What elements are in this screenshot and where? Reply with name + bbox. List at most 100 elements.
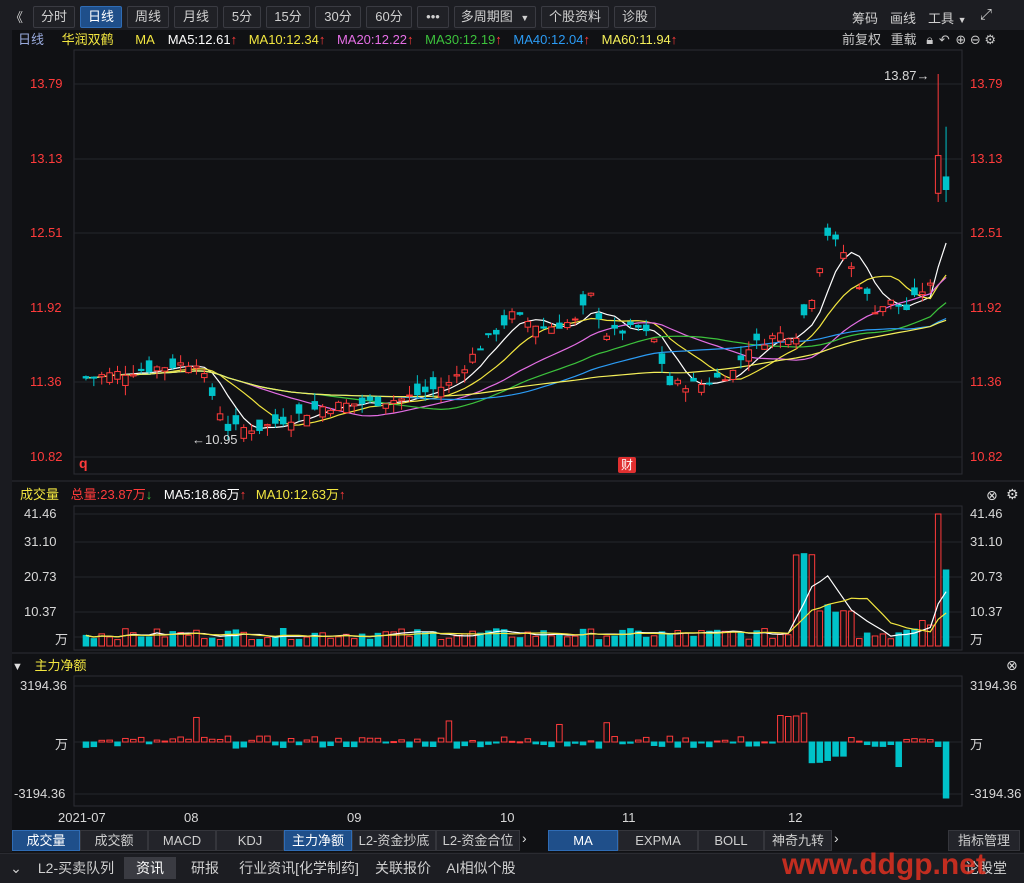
gear-icon[interactable]: ⚙	[1006, 486, 1019, 503]
volume-bar	[279, 628, 287, 647]
undo-icon[interactable]: ↶	[939, 32, 950, 47]
period-tab-daily[interactable]: 日线	[80, 6, 122, 28]
candle-body	[453, 374, 461, 377]
tab-macd[interactable]: MACD	[148, 830, 216, 851]
candle-body	[761, 344, 768, 350]
close-icon[interactable]: ⊗	[986, 487, 998, 504]
candle-body	[287, 421, 295, 431]
volume-bar	[721, 630, 729, 647]
period-tab-30min[interactable]: 30分	[315, 6, 361, 28]
bottom-tab-news[interactable]: 资讯	[124, 857, 176, 879]
flow-tick-right: 3194.36	[970, 678, 1017, 693]
candle-body	[153, 366, 161, 372]
bottom-tab-research[interactable]: 研报	[180, 857, 230, 879]
fullscreen-icon[interactable]: ⤢	[980, 6, 992, 23]
diagnose-button[interactable]: 诊股	[614, 6, 656, 28]
bottom-tab-ai-similar[interactable]: AI相似个股	[440, 857, 522, 879]
close-icon[interactable]: ⊗	[1006, 657, 1018, 674]
chevron-down-icon[interactable]: ▼	[12, 661, 23, 673]
period-tab-5min[interactable]: 5分	[223, 6, 261, 28]
stock-info-button[interactable]: 个股资料	[541, 6, 609, 28]
period-tab-60min[interactable]: 60分	[366, 6, 412, 28]
volume-bar	[327, 637, 334, 647]
price-tick-left: 13.79	[30, 76, 63, 91]
candle-body	[879, 306, 887, 313]
bottom-tab-related[interactable]: 关联报价	[368, 857, 438, 879]
zoom-in-icon[interactable]: ⊕	[955, 32, 966, 47]
candle-body	[493, 329, 500, 335]
date-tick: 09	[347, 810, 362, 825]
period-tab-weekly[interactable]: 周线	[127, 6, 169, 28]
candle-body	[571, 318, 579, 321]
bottom-tab-industry[interactable]: 行业资讯[化学制药]	[232, 857, 366, 879]
volume-bar	[784, 634, 792, 647]
flow-tick-right: -3194.36	[970, 786, 1022, 801]
volume-bar	[603, 635, 611, 647]
candle-body	[240, 427, 248, 439]
flow-bar	[690, 741, 697, 748]
tab-ma[interactable]: MA	[548, 830, 618, 851]
volume-bar	[137, 636, 145, 647]
flow-bar	[327, 741, 334, 747]
multi-period-dropdown[interactable]: 多周期图 ▼	[454, 6, 536, 28]
period-tab-monthly[interactable]: 月线	[174, 6, 218, 28]
volume-bar	[256, 638, 263, 647]
flow-bar	[90, 741, 98, 748]
watermark: www.ddgp.net	[782, 848, 986, 881]
tools-menu[interactable]: 工具 ▼	[928, 8, 967, 27]
tab-l2-position[interactable]: L2-资金合位	[436, 830, 520, 851]
candle-body	[753, 333, 760, 341]
flow-bar	[927, 739, 934, 743]
candle-body	[690, 377, 697, 382]
tab-l2-bottom[interactable]: L2-资金抄底	[352, 830, 436, 851]
q-marker[interactable]: q	[79, 455, 88, 471]
bottom-tab-l2-queue[interactable]: L2-买卖队列	[30, 857, 122, 879]
zoom-out-icon[interactable]: ⊖	[970, 32, 981, 47]
flow-bar	[753, 741, 760, 747]
tab-expma[interactable]: EXPMA	[618, 830, 698, 851]
more-periods-button[interactable]: •••	[417, 6, 449, 28]
flow-bar	[224, 735, 232, 743]
tab-boll[interactable]: BOLL	[698, 830, 764, 851]
period-tab-fenshi[interactable]: 分时	[33, 6, 75, 28]
volume-bar	[595, 639, 603, 647]
volume-tick-left: 20.73	[24, 569, 57, 584]
tab-kdj[interactable]: KDJ	[216, 830, 284, 851]
gear-icon[interactable]: ⚙	[984, 32, 996, 47]
chevron-double-down-icon[interactable]: ⌄	[6, 857, 26, 879]
back-icon[interactable]: 《	[10, 7, 23, 26]
flow-bar	[453, 741, 461, 749]
flow-bar	[855, 740, 863, 743]
candle-body	[792, 337, 800, 345]
period-tab-15min[interactable]: 15分	[266, 6, 310, 28]
chevron-right-icon[interactable]: ›	[522, 830, 527, 846]
volume-bar	[216, 638, 224, 647]
draw-line-button[interactable]: 画线	[890, 8, 916, 27]
candle-body	[137, 368, 145, 372]
volume-bar	[611, 635, 618, 647]
candle-body	[721, 379, 729, 382]
tab-turnover[interactable]: 成交额	[80, 830, 148, 851]
flow-bar	[303, 739, 311, 743]
tab-volume[interactable]: 成交量	[12, 830, 80, 851]
flow-tick-left: 3194.36	[20, 678, 67, 693]
price-chart[interactable]	[12, 48, 1024, 853]
flow-bar	[848, 737, 855, 743]
candle-body	[311, 401, 319, 410]
flow-bar	[737, 736, 745, 743]
finance-marker[interactable]: 财	[618, 457, 636, 473]
redraw-button[interactable]: 重载	[891, 32, 917, 47]
tab-main-flow[interactable]: 主力净额	[284, 830, 352, 851]
adjust-button[interactable]: 前复权	[842, 32, 881, 47]
chevron-right-icon[interactable]: ›	[834, 830, 839, 846]
volume-bar	[855, 638, 863, 647]
ma40-value: MA40:12.04↑	[513, 32, 591, 47]
price-tick-right: 11.92	[970, 300, 1002, 315]
lock-icon[interactable]: 🔒︎	[926, 32, 933, 47]
flow-bar	[177, 736, 184, 743]
candle-body	[548, 326, 555, 334]
candle-body	[942, 176, 950, 190]
flow-bar	[871, 741, 879, 747]
volume-bar	[666, 632, 674, 647]
chips-button[interactable]: 筹码	[852, 8, 878, 27]
